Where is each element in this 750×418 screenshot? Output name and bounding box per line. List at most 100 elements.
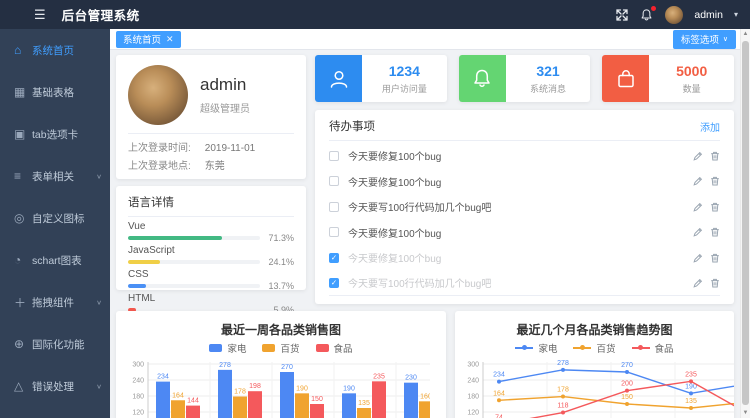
- tag-options-button[interactable]: 标签选项 ∨: [673, 30, 736, 49]
- todo-add-link[interactable]: 添加: [700, 119, 720, 134]
- stat-label: 数量: [683, 82, 701, 95]
- svg-text:230: 230: [405, 375, 417, 382]
- last-login-place-label: 上次登录地点:: [128, 158, 191, 176]
- sidebar-item-i18n[interactable]: ⊕ 国际化功能: [0, 323, 110, 365]
- svg-text:240: 240: [132, 378, 144, 385]
- dashboard-main: admin 超级管理员 上次登录时间: 2019-11-01 上次登录地点:: [110, 50, 750, 418]
- todo-checkbox[interactable]: [329, 151, 339, 161]
- todo-checkbox[interactable]: ✓: [329, 253, 339, 263]
- svg-text:270: 270: [621, 362, 633, 369]
- todo-checkbox[interactable]: [329, 176, 339, 186]
- edit-icon[interactable]: [693, 202, 703, 212]
- todo-checkbox[interactable]: [329, 227, 339, 237]
- svg-text:190: 190: [343, 385, 355, 392]
- sidebar-item-chart[interactable]: ◔ schart图表: [0, 239, 110, 281]
- vertical-scrollbar[interactable]: ▲ ▼: [740, 29, 750, 418]
- svg-text:300: 300: [132, 362, 144, 369]
- menu-toggle-icon[interactable]: ☰: [34, 7, 46, 23]
- svg-text:120: 120: [467, 410, 479, 417]
- svg-text:150: 150: [621, 394, 633, 401]
- sidebar-item-label: 自定义图标: [32, 211, 102, 226]
- user-avatar[interactable]: [665, 6, 683, 24]
- sidebar-item-error[interactable]: △ 错误处理 ∨: [0, 365, 110, 407]
- edit-icon[interactable]: [693, 253, 703, 263]
- sidebar-item-label: schart图表: [32, 253, 102, 268]
- divider: [128, 216, 294, 217]
- progress-fill: [128, 236, 222, 240]
- sidebar-item-table[interactable]: ▦ 基础表格: [0, 71, 110, 113]
- i18n-icon: ⊕: [14, 337, 32, 351]
- language-detail-card: 语言详情 Vue71.3%JavaScript24.1%CSS13.7%HTML…: [116, 186, 306, 290]
- custom-icon-icon: ◎: [14, 211, 32, 225]
- scrollbar-thumb[interactable]: [742, 41, 749, 405]
- sidebar-item-support[interactable]: ▤ 支持作者: [0, 407, 110, 418]
- profile-card: admin 超级管理员 上次登录时间: 2019-11-01 上次登录地点:: [116, 55, 306, 179]
- svg-text:235: 235: [685, 371, 697, 378]
- todo-text: 今天要写100行代码加几个bug吧: [348, 199, 684, 214]
- legend-item[interactable]: 食品: [316, 341, 353, 355]
- svg-text:135: 135: [358, 400, 370, 407]
- username-dropdown[interactable]: admin: [694, 9, 723, 21]
- edit-icon[interactable]: [693, 176, 703, 186]
- delete-icon[interactable]: [710, 253, 720, 263]
- notifications-bell-icon[interactable]: [640, 8, 654, 22]
- todo-actions: [693, 253, 720, 263]
- legend-swatch: [262, 344, 275, 352]
- header-actions: admin ▾: [615, 6, 750, 24]
- svg-text:190: 190: [296, 385, 308, 392]
- sidebar-item-home[interactable]: ⌂ 系统首页: [0, 29, 110, 71]
- todo-checkbox[interactable]: ✓: [329, 278, 339, 288]
- legend-item[interactable]: 食品: [632, 341, 674, 355]
- scroll-up-icon[interactable]: ▲: [741, 31, 750, 37]
- legend-item[interactable]: 家电: [209, 341, 246, 355]
- stat-card-bell: 321系统消息: [459, 55, 591, 102]
- svg-text:180: 180: [132, 394, 144, 401]
- sidebar-item-form[interactable]: ≡ 表单相关 ∨: [0, 155, 110, 197]
- todo-item: ✓今天要写100行代码加几个bug吧: [329, 271, 720, 297]
- legend-item[interactable]: 百货: [573, 341, 615, 355]
- stat-card-user: 1234用户访问量: [315, 55, 447, 102]
- language-name: CSS: [128, 269, 294, 280]
- language-row-css: CSS13.7%: [128, 269, 294, 291]
- tab-system-home[interactable]: 系统首页 ✕: [116, 31, 181, 48]
- svg-text:135: 135: [685, 398, 697, 405]
- progress-track: [128, 260, 260, 264]
- close-icon[interactable]: ✕: [166, 34, 174, 45]
- edit-icon[interactable]: [693, 278, 703, 288]
- delete-icon[interactable]: [710, 278, 720, 288]
- sidebar-item-drag[interactable]: ＋ 拖拽组件 ∨: [0, 281, 110, 323]
- todo-card: 待办事项 添加 今天要修复100个bug今天要修复100个bug今天要写100行…: [315, 110, 734, 304]
- chevron-down-icon: ∨: [96, 172, 102, 179]
- sidebar-item-tabs[interactable]: ▣ tab选项卡: [0, 113, 110, 155]
- delete-icon[interactable]: [710, 151, 720, 161]
- legend-swatch: [316, 344, 329, 352]
- todo-checkbox[interactable]: [329, 202, 339, 212]
- legend-item[interactable]: 家电: [515, 341, 557, 355]
- form-icon: ≡: [14, 169, 32, 183]
- sidebar-item-label: 拖拽组件: [32, 295, 96, 310]
- edit-icon[interactable]: [693, 227, 703, 237]
- progress-percent: 13.7%: [266, 281, 294, 291]
- sidebar-item-label: 错误处理: [32, 379, 96, 394]
- content-area: 系统首页 ✕ 标签选项 ∨ a: [110, 29, 750, 418]
- legend-swatch: [209, 344, 222, 352]
- legend-item[interactable]: 百货: [262, 341, 299, 355]
- delete-icon[interactable]: [710, 227, 720, 237]
- sidebar-item-label: tab选项卡: [32, 127, 102, 142]
- stat-value: 1234: [389, 63, 420, 79]
- fullscreen-icon[interactable]: [615, 8, 629, 22]
- edit-icon[interactable]: [693, 151, 703, 161]
- delete-icon[interactable]: [710, 176, 720, 186]
- svg-text:300: 300: [467, 362, 479, 369]
- svg-text:235: 235: [373, 373, 385, 380]
- svg-text:278: 278: [557, 360, 569, 367]
- chevron-down-icon: ∨: [96, 298, 102, 305]
- chevron-down-icon: ∨: [723, 35, 728, 43]
- todo-text: 今天要修复100个bug: [348, 174, 684, 189]
- scroll-down-icon[interactable]: ▼: [741, 410, 750, 416]
- language-name: JavaScript: [128, 245, 294, 256]
- svg-text:178: 178: [234, 389, 246, 396]
- app-window: ☰ 后台管理系统 admin ▾ ⌂: [0, 0, 750, 418]
- delete-icon[interactable]: [710, 202, 720, 212]
- sidebar-item-custom-icon[interactable]: ◎ 自定义图标: [0, 197, 110, 239]
